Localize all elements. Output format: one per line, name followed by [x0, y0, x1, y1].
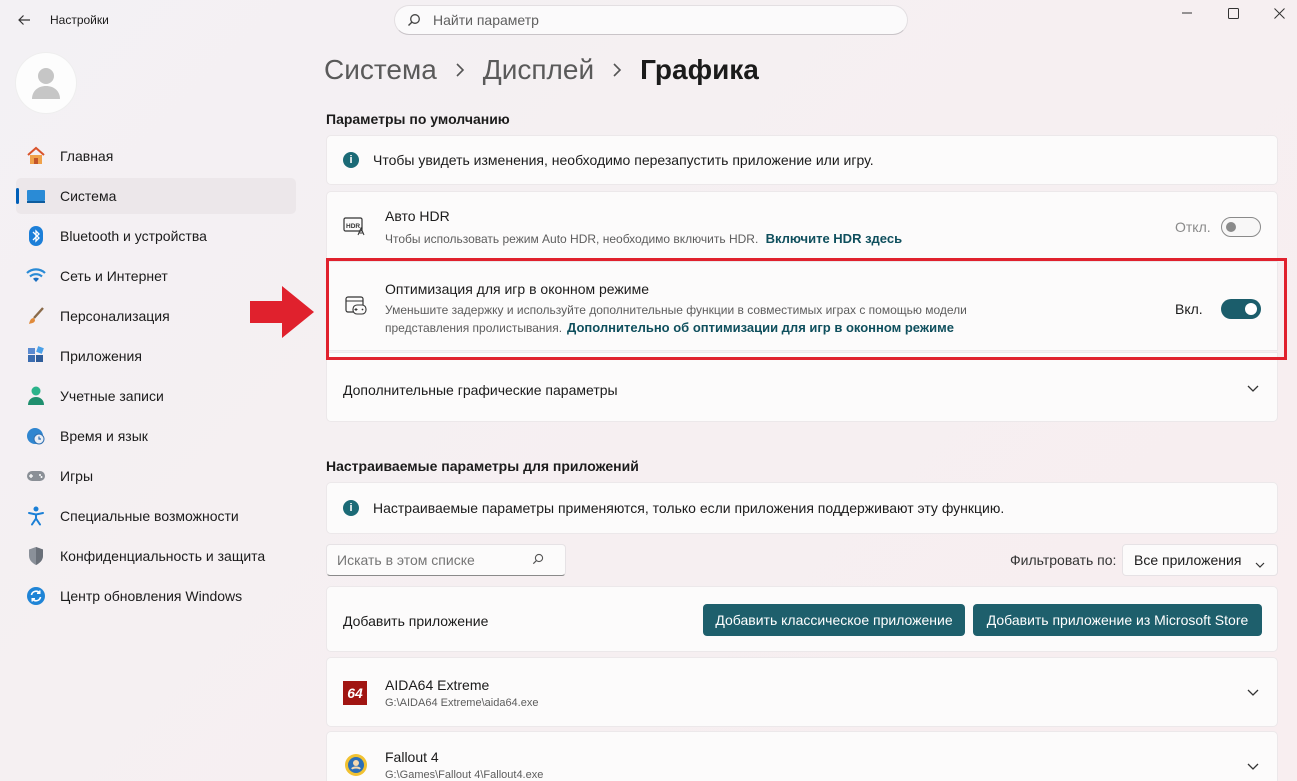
- sidebar-item-apps[interactable]: Приложения: [16, 338, 296, 374]
- shield-icon: [26, 546, 46, 566]
- auto-hdr-description: Чтобы использовать режим Auto HDR, необх…: [385, 230, 902, 248]
- update-icon: [26, 586, 46, 606]
- breadcrumb: Система Дисплей Графика: [324, 54, 759, 86]
- wifi-icon: [26, 266, 46, 286]
- chevron-down-icon[interactable]: [1245, 759, 1261, 775]
- sidebar-item-accounts[interactable]: Учетные записи: [16, 378, 296, 414]
- app-list-item-aida64[interactable]: 64 AIDA64 Extreme G:\AIDA64 Extreme\aida…: [326, 657, 1278, 727]
- custom-info-text: Настраиваемые параметры применяются, тол…: [373, 500, 1005, 516]
- sidebar-item-label: Bluetooth и устройства: [60, 228, 207, 244]
- gamepad-icon: [26, 466, 46, 486]
- brush-icon: [26, 306, 46, 326]
- section-heading-defaults: Параметры по умолчанию: [326, 111, 510, 127]
- hdr-icon: HDR: [343, 216, 367, 239]
- chevron-right-icon: [612, 63, 622, 77]
- app-name: Fallout 4: [385, 749, 439, 765]
- add-app-label: Добавить приложение: [343, 613, 489, 629]
- sidebar-item-privacy[interactable]: Конфиденциальность и защита: [16, 538, 296, 574]
- clock-globe-icon: [26, 426, 46, 446]
- sidebar-item-label: Сеть и Интернет: [60, 268, 168, 284]
- chevron-down-icon[interactable]: [1245, 381, 1261, 397]
- user-placeholder-icon: [32, 68, 60, 99]
- apps-icon: [26, 346, 46, 366]
- restart-info-card: i Чтобы увидеть изменения, необходимо пе…: [326, 135, 1278, 185]
- app-path: G:\Games\Fallout 4\Fallout4.exe: [385, 769, 544, 781]
- auto-hdr-card: HDR Авто HDR Чтобы использовать режим Au…: [326, 191, 1278, 260]
- chevron-down-icon[interactable]: [1245, 685, 1261, 701]
- sidebar-item-time-language[interactable]: Время и язык: [16, 418, 296, 454]
- info-icon: i: [343, 500, 359, 516]
- breadcrumb-item-display[interactable]: Дисплей: [483, 54, 594, 86]
- settings-search-input[interactable]: [433, 12, 873, 28]
- sidebar-item-label: Специальные возможности: [60, 508, 239, 524]
- auto-hdr-desc-text: Чтобы использовать режим Auto HDR, необх…: [385, 232, 759, 246]
- sidebar-item-bluetooth[interactable]: Bluetooth и устройства: [16, 218, 296, 254]
- red-arrow-icon: [250, 286, 314, 338]
- add-store-app-button[interactable]: Добавить приложение из Microsoft Store: [973, 604, 1262, 636]
- sidebar-item-gaming[interactable]: Игры: [16, 458, 296, 494]
- app-path: G:\AIDA64 Extreme\aida64.exe: [385, 697, 539, 709]
- info-icon: i: [343, 152, 359, 168]
- user-icon: [26, 386, 46, 406]
- highlight-box: [326, 258, 1287, 360]
- sidebar-item-label: Главная: [60, 148, 114, 164]
- fallout4-app-icon: [343, 752, 369, 781]
- sidebar-item-windows-update[interactable]: Центр обновления Windows: [16, 578, 296, 614]
- filter-dropdown-value: Все приложения: [1134, 552, 1242, 568]
- add-app-card: Добавить приложение Добавить классическо…: [326, 586, 1278, 652]
- sidebar-item-label: Приложения: [60, 348, 142, 364]
- maximize-icon: [1227, 7, 1239, 19]
- sidebar-item-label: Учетные записи: [60, 388, 164, 404]
- sidebar-nav: Главная Система Bluetooth и устройства С…: [16, 138, 296, 618]
- auto-hdr-toggle[interactable]: [1221, 217, 1261, 237]
- section-heading-custom: Настраиваемые параметры для приложений: [326, 458, 639, 474]
- settings-search-box[interactable]: [394, 5, 908, 35]
- filter-dropdown[interactable]: Все приложения: [1122, 544, 1278, 576]
- auto-hdr-title: Авто HDR: [385, 208, 450, 224]
- app-name: AIDA64 Extreme: [385, 677, 490, 693]
- advanced-graphics-card[interactable]: Дополнительные графические параметры: [326, 352, 1278, 422]
- svg-text:HDR: HDR: [346, 223, 360, 230]
- filter-label: Фильтровать по:: [1010, 552, 1117, 568]
- sidebar-item-label: Центр обновления Windows: [60, 588, 243, 604]
- sidebar-item-label: Конфиденциальность и защита: [60, 548, 266, 564]
- search-icon: [532, 552, 544, 568]
- system-display-icon: [26, 186, 46, 206]
- sidebar-item-label: Игры: [60, 468, 94, 484]
- home-icon: [26, 146, 46, 166]
- search-icon: [395, 13, 433, 27]
- back-button[interactable]: [12, 8, 36, 32]
- sidebar-item-accessibility[interactable]: Специальные возможности: [16, 498, 296, 534]
- breadcrumb-item-graphics: Графика: [640, 54, 759, 85]
- user-avatar[interactable]: [16, 53, 76, 113]
- sidebar-item-home[interactable]: Главная: [16, 138, 296, 174]
- maximize-button[interactable]: [1210, 0, 1256, 26]
- chevron-right-icon: [455, 63, 465, 77]
- sidebar-item-label: Персонализация: [60, 308, 170, 324]
- title-bar: Настройки: [0, 0, 1297, 40]
- enable-hdr-link[interactable]: Включите HDR здесь: [766, 231, 902, 246]
- sidebar-item-label: Время и язык: [60, 428, 148, 444]
- advanced-graphics-label: Дополнительные графические параметры: [343, 382, 618, 398]
- arrow-left-icon: [18, 15, 30, 25]
- sidebar-item-system[interactable]: Система: [16, 178, 296, 214]
- auto-hdr-state-label: Откл.: [1175, 219, 1211, 235]
- chevron-down-icon: [1255, 556, 1265, 572]
- app-list-search-input[interactable]: [327, 552, 532, 568]
- accessibility-icon: [26, 506, 46, 526]
- breadcrumb-item-system[interactable]: Система: [324, 54, 437, 86]
- custom-info-card: i Настраиваемые параметры применяются, т…: [326, 482, 1278, 534]
- close-button[interactable]: [1256, 0, 1297, 26]
- bluetooth-icon: [26, 226, 46, 246]
- restart-info-text: Чтобы увидеть изменения, необходимо пере…: [373, 152, 874, 168]
- sidebar-item-label: Система: [60, 188, 117, 204]
- minimize-icon: [1182, 12, 1192, 14]
- minimize-button[interactable]: [1164, 0, 1210, 26]
- aida64-app-icon: 64: [343, 681, 367, 705]
- add-classic-app-button[interactable]: Добавить классическое приложение: [703, 604, 965, 636]
- app-list-search[interactable]: [326, 544, 566, 576]
- close-icon: [1273, 7, 1285, 19]
- app-title: Настройки: [50, 13, 109, 27]
- app-list-item-fallout4[interactable]: Fallout 4 G:\Games\Fallout 4\Fallout4.ex…: [326, 731, 1278, 781]
